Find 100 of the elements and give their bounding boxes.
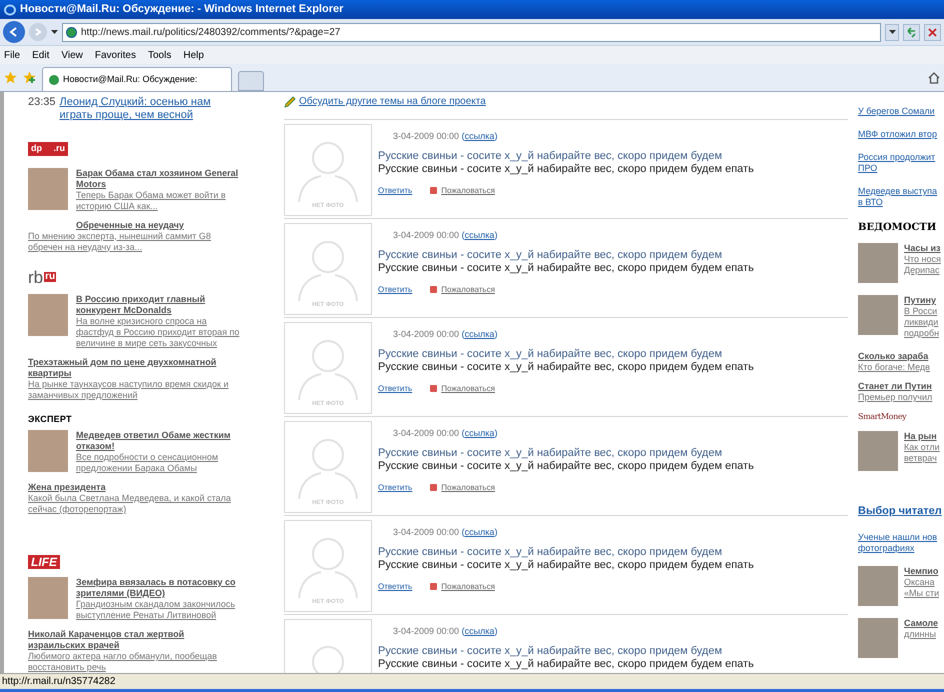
back-button[interactable] bbox=[3, 21, 25, 43]
news-link[interactable]: МВФ отложил втор bbox=[858, 129, 944, 140]
story-lead[interactable]: Какой была Светлана Медведева, и какой стала сейчас (фоторепортаж) bbox=[28, 493, 240, 515]
story-lead[interactable]: В Росси ликвиди подробн bbox=[904, 306, 940, 339]
story-title[interactable]: Обреченные на неудачу bbox=[28, 220, 240, 230]
story-title[interactable]: Часы из bbox=[904, 243, 941, 254]
photo-placeholder bbox=[28, 577, 68, 619]
story-title[interactable]: Трехэтажный дом по цене двухкомнатной квартиры bbox=[28, 356, 240, 378]
stop-button[interactable] bbox=[924, 24, 941, 40]
complain-link[interactable]: Пожаловаться bbox=[441, 580, 495, 593]
reply-link[interactable]: Ответить bbox=[378, 382, 412, 395]
permalink[interactable]: (ссылка) bbox=[462, 428, 498, 438]
comment-text: Русские свиньи - сосите х_у_й набирайте вес, скоро придем будем bbox=[378, 249, 724, 262]
home-icon[interactable] bbox=[928, 72, 940, 84]
publication-logo: ВЕДОМОСТИ bbox=[858, 221, 936, 235]
story-lead[interactable]: Что нося Дерипас bbox=[904, 254, 941, 276]
comment-text: Русские свиньи - сосите х_у_й набирайте вес, скоро придем будем bbox=[378, 546, 724, 559]
reply-link[interactable]: Ответить bbox=[378, 580, 412, 593]
complain-link[interactable]: Пожаловаться bbox=[441, 481, 495, 494]
comment-date: 3-04-2009 00:00 bbox=[393, 230, 460, 240]
globe-icon bbox=[66, 26, 77, 38]
section-heading[interactable]: Выбор читател bbox=[858, 503, 942, 520]
news-link[interactable]: Леонид Слуцкий: осенью нам играть проще, чем весной bbox=[60, 96, 240, 122]
browser-tab[interactable]: Новости@Mail.Ru: Обсуждение: bbox=[42, 67, 232, 91]
news-time: 23:35 bbox=[28, 96, 56, 110]
story-title[interactable]: Земфира ввязалась в потасовку со зрителями (ВИДЕО) bbox=[76, 577, 240, 599]
dropdown-caret-icon[interactable] bbox=[51, 30, 58, 34]
story-lead[interactable]: На рынке таунхаусов наступило время скидок и заманчивых предложений bbox=[28, 378, 240, 400]
comment-text: Русские свиньи - сосите х_у_й набирайте вес, скоро придем будем епать bbox=[378, 460, 754, 473]
news-link[interactable]: Россия продолжит ПРО bbox=[858, 152, 944, 174]
refresh-icon bbox=[906, 26, 917, 38]
comment-text: Русские свиньи - сосите х_у_й набирайте вес, скоро придем будем bbox=[378, 348, 724, 361]
news-link[interactable]: Медведев выступа в ВТО bbox=[858, 186, 944, 208]
permalink[interactable]: (ссылка) bbox=[462, 329, 498, 339]
news-link[interactable]: Ученые нашли нов фотографиях bbox=[858, 532, 944, 554]
menu-item[interactable]: Tools bbox=[148, 48, 172, 62]
menu-item[interactable]: File bbox=[4, 48, 20, 62]
photo-placeholder bbox=[858, 431, 898, 471]
add-favorite-icon[interactable] bbox=[23, 71, 36, 84]
story-lead[interactable]: длинны bbox=[904, 628, 938, 640]
publication-logo: dp .ru bbox=[28, 142, 68, 156]
permalink[interactable]: (ссылка) bbox=[462, 527, 498, 537]
flag-icon bbox=[430, 583, 438, 590]
menu-item[interactable]: Edit bbox=[32, 48, 50, 62]
comment-text: Русские свиньи - сосите х_у_й набирайте вес, скоро придем будем bbox=[378, 447, 724, 460]
story-lead[interactable]: На волне кризисного спроса на фастфуд в Россию приходит вторая по величине в мире сеть закусочных bbox=[76, 316, 240, 348]
story-lead[interactable]: Премьер получил bbox=[858, 392, 944, 403]
story-title[interactable]: Сколько зараба bbox=[858, 351, 944, 362]
favorites-star-icon[interactable] bbox=[4, 71, 17, 84]
complain-link[interactable]: Пожаловаться bbox=[441, 382, 495, 395]
menu-item[interactable]: View bbox=[61, 48, 83, 62]
story-lead[interactable]: Все подробности о сенсационном предложении Барака Обамы bbox=[76, 452, 240, 474]
photo-placeholder bbox=[28, 430, 68, 472]
close-icon bbox=[928, 28, 937, 36]
address-field[interactable]: http://news.mail.ru/politics/2480392/comments/?&page=27 bbox=[62, 22, 881, 42]
comment-date: 3-04-2009 00:00 bbox=[393, 626, 460, 636]
photo-placeholder bbox=[858, 243, 898, 283]
story-lead[interactable]: Теперь Барак Обама может войти в историю США как... bbox=[76, 190, 240, 212]
blog-link[interactable]: Обсудить другие темы на блоге проекта bbox=[299, 94, 486, 109]
story-lead[interactable]: По мнению эксперта, нынешний саммит G8 обречен на неудачу из-за... bbox=[28, 230, 240, 252]
flag-icon bbox=[430, 385, 438, 392]
story-title[interactable]: Николай Караченцов стал жертвой израильских врачей bbox=[28, 629, 240, 651]
comment-text: Русские свиньи - сосите х_у_й набирайте вес, скоро придем будем епать bbox=[378, 163, 754, 176]
story-lead[interactable]: Грандиозным скандалом закончилось выступление Ренаты Литвиновой bbox=[76, 599, 240, 621]
complain-link[interactable]: Пожаловаться bbox=[441, 184, 495, 197]
story-lead[interactable]: Любимого актера нагло обманули, пообещав восстановить речь bbox=[28, 651, 240, 673]
comment-text: Русские свиньи - сосите х_у_й набирайте вес, скоро придем будем bbox=[378, 645, 724, 658]
story-lead[interactable]: Кто богаче: Медв bbox=[858, 362, 944, 373]
story-title[interactable]: Медведев ответил Обаме жестким отказом! bbox=[76, 430, 240, 452]
reply-link[interactable]: Ответить bbox=[378, 481, 412, 494]
flag-icon bbox=[430, 187, 438, 194]
reply-link[interactable]: Ответить bbox=[378, 184, 412, 197]
menu-item[interactable]: Favorites bbox=[94, 48, 136, 62]
story-title[interactable]: На рын bbox=[904, 431, 940, 442]
permalink[interactable]: (ссылка) bbox=[462, 131, 498, 141]
permalink[interactable]: (ссылка) bbox=[462, 230, 498, 240]
story-title[interactable]: Жена президента bbox=[28, 482, 240, 493]
story-title[interactable]: В Россию приходит главный конкурент McDonalds bbox=[76, 294, 240, 316]
complain-link[interactable]: Пожаловаться bbox=[441, 283, 495, 296]
story-title[interactable]: Самоле bbox=[904, 618, 938, 628]
reply-link[interactable]: Ответить bbox=[378, 283, 412, 296]
story-title[interactable]: Чемпио bbox=[904, 566, 940, 576]
story-lead[interactable]: Как отли ветврач bbox=[904, 442, 940, 464]
status-text: http://r.mail.ru/n35774282 bbox=[2, 675, 116, 689]
story-title[interactable]: Путину bbox=[904, 295, 940, 306]
photo-placeholder bbox=[858, 618, 898, 658]
comment-text: Русские свиньи - сосите х_у_й набирайте вес, скоро придем будем епать bbox=[378, 658, 754, 671]
flag-icon bbox=[430, 484, 438, 491]
news-link[interactable]: У берегов Сомали bbox=[858, 106, 944, 117]
browser-logo-icon bbox=[4, 4, 16, 16]
permalink[interactable]: (ссылка) bbox=[462, 626, 498, 636]
comment-date: 3-04-2009 00:00 bbox=[393, 428, 460, 438]
go-dropdown-button[interactable] bbox=[885, 24, 899, 40]
globe-icon bbox=[49, 74, 59, 84]
story-title[interactable]: Станет ли Путин bbox=[858, 381, 944, 392]
story-title[interactable]: Барак Обама стал хозяином General Motors bbox=[76, 168, 240, 190]
story-lead[interactable]: Оксана «Мы сти bbox=[904, 576, 940, 598]
comment-date: 3-04-2009 00:00 bbox=[393, 329, 460, 339]
caret-icon bbox=[888, 30, 896, 34]
menu-item[interactable]: Help bbox=[183, 48, 204, 62]
